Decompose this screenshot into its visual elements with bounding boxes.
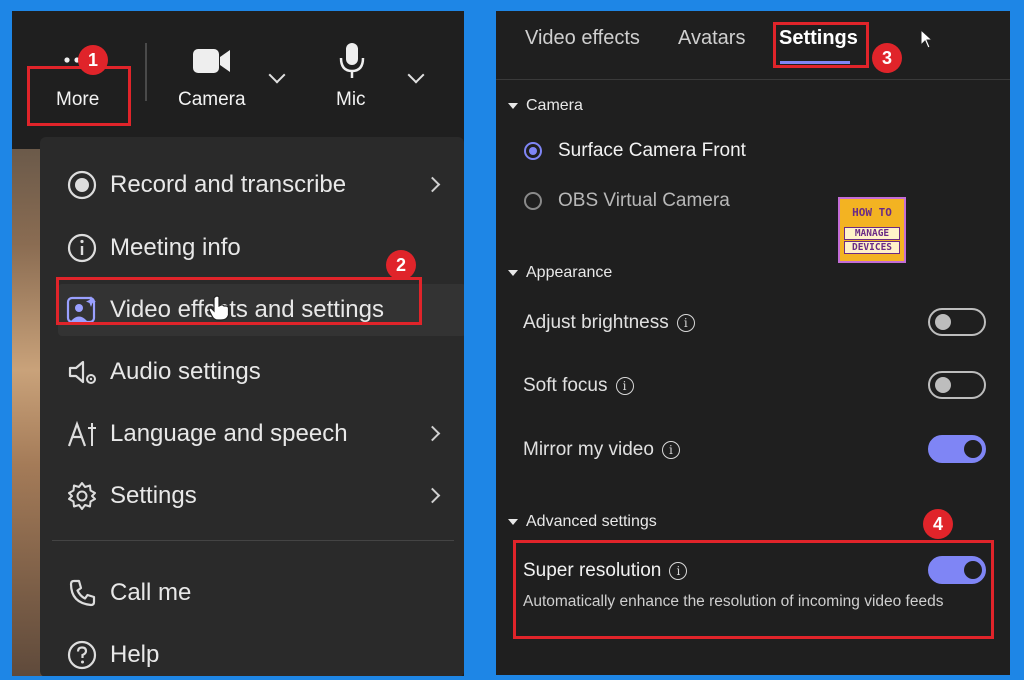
menu-item-label: Call me bbox=[110, 579, 192, 606]
mic-options-chevron-icon[interactable] bbox=[407, 66, 425, 84]
setting-label: Soft focus bbox=[523, 375, 608, 396]
menu-item-label: Language and speech bbox=[110, 420, 348, 447]
callout-badge-3: 3 bbox=[872, 43, 902, 73]
more-button-highlight bbox=[27, 66, 131, 126]
tab-avatars[interactable]: Avatars bbox=[678, 27, 745, 50]
video-effects-highlight bbox=[56, 277, 422, 325]
collapse-triangle-icon bbox=[508, 518, 518, 525]
logo-line: DEVICES bbox=[844, 241, 900, 254]
toggle-knob bbox=[964, 440, 982, 458]
mic-label: Mic bbox=[336, 89, 366, 110]
language-icon bbox=[64, 416, 100, 452]
setting-label: Adjust brightness bbox=[523, 312, 669, 333]
adjust-brightness-toggle[interactable] bbox=[928, 308, 986, 336]
menu-item-audio-settings[interactable]: Audio settings bbox=[64, 346, 460, 398]
setting-adjust-brightness: Adjust brightness i bbox=[523, 312, 695, 334]
camera-option-obs[interactable]: OBS Virtual Camera bbox=[524, 190, 730, 212]
camera-label: Camera bbox=[178, 89, 246, 110]
radio-selected[interactable] bbox=[524, 142, 542, 160]
audio-settings-icon bbox=[64, 354, 100, 390]
camera-button[interactable]: Camera bbox=[164, 41, 260, 117]
camera-option-label: OBS Virtual Camera bbox=[558, 190, 730, 211]
toolbar-divider bbox=[145, 43, 147, 101]
menu-item-label: Record and transcribe bbox=[110, 171, 347, 198]
submenu-chevron-icon bbox=[424, 487, 441, 504]
toggle-knob bbox=[935, 314, 951, 330]
info-icon bbox=[64, 230, 100, 266]
phone-icon bbox=[64, 575, 100, 611]
submenu-chevron-icon bbox=[424, 176, 441, 193]
logo-line: HOW TO bbox=[852, 206, 892, 219]
mic-button[interactable]: Mic bbox=[312, 41, 392, 117]
camera-options-chevron-icon[interactable] bbox=[268, 66, 286, 84]
more-options-menu: Record and transcribe Meeting info Video… bbox=[40, 137, 464, 676]
radio-unselected[interactable] bbox=[524, 192, 542, 210]
menu-item-label: Audio settings bbox=[110, 358, 261, 385]
camera-option-surface[interactable]: Surface Camera Front bbox=[524, 140, 746, 162]
toggle-knob bbox=[935, 377, 951, 393]
mic-icon bbox=[339, 43, 365, 78]
camera-section-toggle[interactable]: Camera bbox=[508, 97, 583, 115]
mirror-video-toggle[interactable] bbox=[928, 435, 986, 463]
tabs-divider bbox=[496, 79, 1010, 80]
super-resolution-highlight bbox=[513, 540, 994, 639]
help-icon bbox=[64, 637, 100, 673]
collapse-triangle-icon bbox=[508, 269, 518, 276]
soft-focus-toggle[interactable] bbox=[928, 371, 986, 399]
camera-option-label: Surface Camera Front bbox=[558, 140, 746, 161]
settings-tab-highlight bbox=[773, 22, 869, 68]
menu-item-label: Meeting info bbox=[110, 234, 241, 261]
section-heading: Camera bbox=[526, 97, 583, 114]
setting-mirror-video: Mirror my video i bbox=[523, 439, 680, 461]
menu-item-call-me[interactable]: Call me bbox=[64, 567, 460, 619]
info-icon[interactable]: i bbox=[615, 377, 634, 395]
gear-icon bbox=[64, 478, 100, 514]
menu-divider bbox=[52, 540, 454, 541]
camera-icon bbox=[193, 49, 230, 73]
info-icon[interactable]: i bbox=[661, 441, 680, 459]
menu-item-help[interactable]: Help bbox=[64, 629, 460, 676]
collapse-triangle-icon bbox=[508, 102, 518, 109]
appearance-section-toggle[interactable]: Appearance bbox=[508, 264, 612, 282]
setting-label: Mirror my video bbox=[523, 439, 654, 460]
tab-video-effects[interactable]: Video effects bbox=[525, 27, 640, 50]
mouse-cursor-icon bbox=[920, 29, 934, 49]
setting-soft-focus: Soft focus i bbox=[523, 375, 634, 397]
menu-item-record[interactable]: Record and transcribe bbox=[64, 159, 460, 211]
callout-badge-4: 4 bbox=[923, 509, 953, 539]
section-heading: Appearance bbox=[526, 264, 613, 281]
menu-item-settings[interactable]: Settings bbox=[64, 470, 460, 522]
info-icon[interactable]: i bbox=[676, 314, 695, 332]
menu-item-language[interactable]: Language and speech bbox=[64, 408, 460, 460]
logo-line: MANAGE bbox=[844, 227, 900, 240]
how-to-manage-devices-logo: HOW TO MANAGE DEVICES bbox=[838, 197, 906, 263]
submenu-chevron-icon bbox=[424, 425, 441, 442]
record-icon bbox=[64, 167, 100, 203]
advanced-section-toggle[interactable]: Advanced settings bbox=[508, 513, 657, 531]
callout-badge-1: 1 bbox=[78, 45, 108, 75]
menu-item-label: Help bbox=[110, 641, 160, 668]
callout-badge-2: 2 bbox=[386, 250, 416, 280]
menu-item-label: Settings bbox=[110, 482, 197, 509]
section-heading: Advanced settings bbox=[526, 513, 657, 530]
